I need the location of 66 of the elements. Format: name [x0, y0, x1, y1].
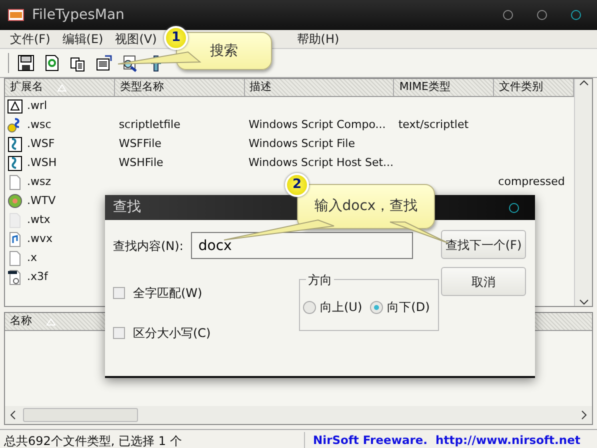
radio-button[interactable]: [370, 300, 384, 314]
extension-cell-text: .wvx: [26, 231, 54, 248]
maximize-icon[interactable]: [537, 10, 547, 20]
cancel-button[interactable]: 取消: [441, 267, 526, 296]
menu-item[interactable]: 视图(V): [109, 30, 163, 48]
extension-cell-text: .WTV: [26, 193, 57, 210]
window-title: FileTypesMan: [32, 6, 124, 24]
app-icon: [8, 9, 24, 21]
column-header[interactable]: 扩展名: [5, 79, 115, 96]
column-header[interactable]: 类型名称: [114, 79, 245, 96]
extension-cell-text: .x: [26, 250, 38, 266]
extension-cell-text: .WSF: [26, 136, 56, 152]
type-name-cell-text: scriptletfile: [118, 117, 182, 134]
close-icon[interactable]: [571, 10, 581, 20]
extension-cell-text: .x3f: [26, 269, 50, 286]
file-icon: [7, 231, 23, 248]
extension-cell-text: .wsz: [26, 174, 52, 190]
mime-type-cell-text: text/scriptlet: [397, 117, 470, 134]
sort-arrow-icon: [46, 318, 56, 326]
checkbox[interactable]: [113, 327, 125, 339]
nirsoft-link[interactable]: NirSoft Freeware. http://www.nirsoft.net: [305, 432, 588, 448]
scroll-right-icon[interactable]: [580, 410, 588, 420]
find-input[interactable]: docx: [191, 232, 414, 259]
extension-cell-text: .wtx: [26, 212, 52, 228]
column-header[interactable]: MIME类型: [394, 79, 494, 96]
checkbox[interactable]: [113, 287, 125, 299]
extension-cell-text: .wrl: [26, 98, 48, 114]
type-name-cell-text: WSFFile: [118, 136, 162, 152]
radio-button[interactable]: [303, 300, 316, 314]
scroll-left-icon[interactable]: [9, 410, 17, 420]
status-summary: 总共692个文件类型, 已选择 1 个: [0, 432, 305, 448]
description-cell-text: Windows Script File: [248, 136, 356, 152]
file-icon: [7, 212, 23, 229]
sort-arrow-icon: [57, 84, 67, 92]
file-icon: [7, 269, 23, 286]
file-icon: [7, 98, 23, 115]
extension-cell-text: .wsc: [26, 117, 52, 134]
type-name-cell-text: WSHFile: [118, 155, 164, 172]
category-cell-text: compressed: [497, 174, 566, 190]
description-cell-text: Windows Script Host Set...: [247, 155, 395, 172]
find-next-button[interactable]: 查找下一个(F): [441, 230, 526, 259]
description-cell-text: Windows Script Compo...: [248, 117, 387, 134]
file-icon: [7, 136, 23, 153]
file-icon: [7, 155, 23, 172]
save-icon[interactable]: [17, 54, 35, 72]
radio-dot-icon: [374, 304, 380, 310]
properties-icon[interactable]: [95, 54, 113, 72]
scroll-down-icon[interactable]: [578, 298, 589, 306]
minimize-icon[interactable]: [503, 10, 513, 20]
file-icon: [7, 174, 23, 191]
file-icon: [7, 193, 23, 210]
scroll-up-icon[interactable]: [578, 79, 589, 87]
refresh-icon[interactable]: [43, 54, 61, 72]
close-icon[interactable]: [509, 202, 519, 212]
dialog-title: 查找: [113, 198, 141, 217]
menu-item[interactable]: 帮助(H): [290, 30, 346, 48]
menu-item[interactable]: 文件(F): [4, 30, 56, 48]
radio-label: 向上(U): [320, 299, 362, 316]
radio-label: 向下(D): [387, 299, 430, 316]
checkbox-label: 全字匹配(W): [133, 285, 202, 302]
menu-item[interactable]: 编辑(E): [56, 30, 110, 48]
find-label: 查找内容(N):: [113, 238, 184, 254]
column-header[interactable]: 描述: [244, 79, 394, 96]
scrollbar-thumb[interactable]: [23, 408, 138, 422]
file-icon: [7, 250, 23, 267]
extension-cell-text: .WSH: [26, 155, 58, 172]
